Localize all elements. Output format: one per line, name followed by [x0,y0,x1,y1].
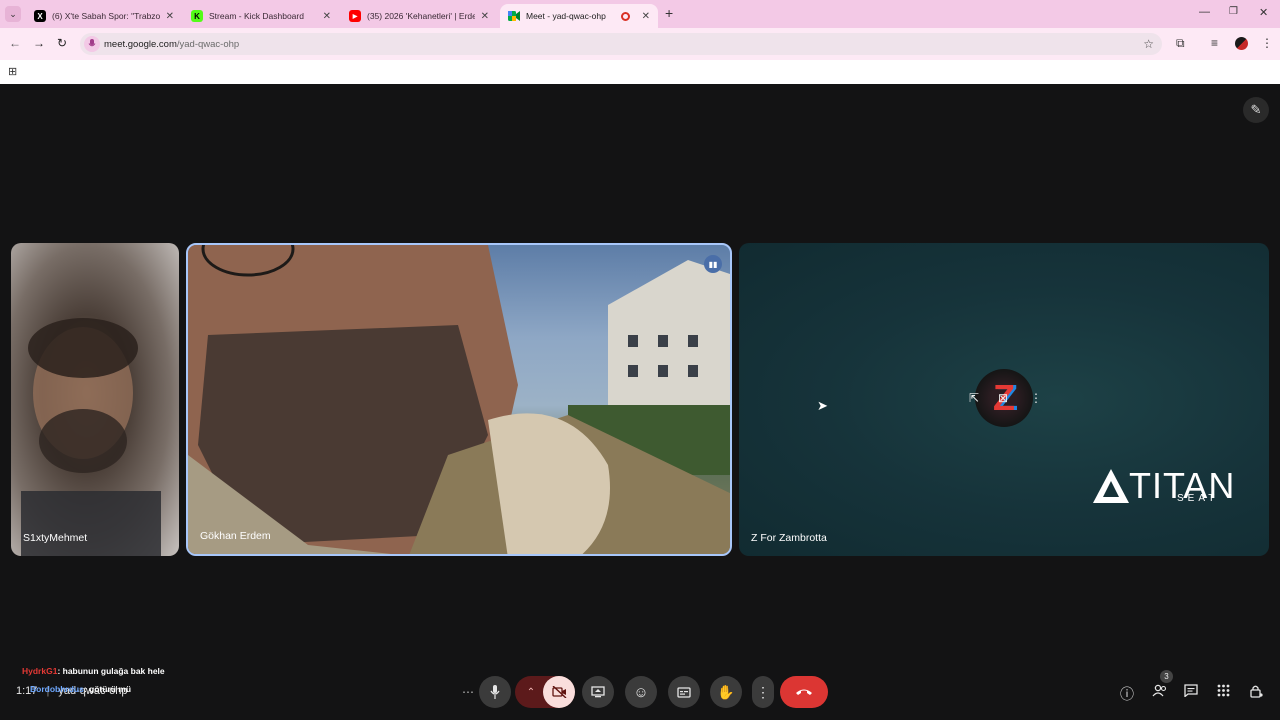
tab-3[interactable]: ▶ (35) 2026 'Kehanetleri' | Erdem A ✕ [341,4,497,28]
participant-name: S1xtyMehmet [23,532,88,544]
youtube-logo-icon: ▶ [349,10,361,22]
activities-icon[interactable] [1217,684,1230,700]
chat-message: : habunun gulağa bak hele [57,666,165,676]
participant-video [188,245,730,554]
apps-grid-icon[interactable]: ⊞ [8,65,17,78]
present-screen-icon [591,686,605,698]
meeting-details-icon[interactable]: ⓘ [1120,684,1134,704]
participant-video [21,318,161,556]
x-logo-icon: X [34,10,46,22]
titan-emblem-icon [1093,469,1129,503]
kick-logo-icon: K [191,10,203,22]
more-options-button-icon[interactable]: ⋮ [752,676,774,708]
bookmarks-bar: ⊞ [0,60,1280,84]
stream-chat-overlay: HydrkG1: habunun gulağa bak hele [22,666,165,676]
annotate-pen-icon[interactable]: ✎ [1243,97,1269,123]
microphone-in-use-icon[interactable] [84,36,100,52]
microphone-button[interactable] [479,676,511,708]
forward-icon[interactable]: → [33,36,45,50]
url-host: meet.google.com [104,38,177,50]
chat-icon[interactable] [1184,684,1198,700]
chat-user: HydrkG1 [22,666,58,676]
captions-button[interactable] [668,676,700,708]
browser-menu-icon[interactable]: ⋮ [1261,36,1273,50]
hang-up-icon [796,689,812,695]
close-icon[interactable]: ✕ [642,11,650,22]
tab-1[interactable]: X (6) X'te Sabah Spor: "Trabzonsp ✕ [26,4,182,28]
captions-icon [677,686,691,698]
tab-title: (6) X'te Sabah Spor: "Trabzonsp [52,11,160,21]
close-icon[interactable]: ✕ [166,11,174,22]
recording-icon [620,11,630,21]
back-icon[interactable]: ← [9,36,21,50]
camera-off-icon [551,686,566,698]
logo-sub: SEAT [1177,493,1219,504]
address-bar[interactable]: meet.google.com/yad-qwac-ohp ☆ [80,33,1162,55]
tab-search-chevron-icon[interactable]: ⌄ [5,6,21,22]
people-icon[interactable] [1152,684,1168,700]
host-controls-icon[interactable] [1250,684,1263,701]
participant-tile[interactable]: Z ⇱ ⊠ ⋮ TITAN SEAT ➤ Z For Zambrotta [739,243,1269,556]
emoji-reaction-icon[interactable]: ☺ [625,676,657,708]
minimize-icon[interactable]: — [1199,6,1210,18]
chat-second-line: Bordobhrdus: götürü mü [30,684,131,694]
chat-user-2: Bordobhrdus [30,684,84,694]
bookmark-star-icon[interactable]: ☆ [1143,37,1154,51]
leave-call-button[interactable] [780,676,828,708]
window-close-icon[interactable]: ✕ [1259,6,1268,19]
close-icon[interactable]: ✕ [323,11,331,22]
camera-off-button[interactable] [543,676,575,708]
pin-icon[interactable]: ⇱ [969,391,979,405]
tab-4-active[interactable]: Meet - yad-qwac-ohp ✕ [500,4,658,28]
mouse-cursor-icon: ➤ [817,398,828,413]
close-icon[interactable]: ✕ [481,11,489,22]
new-tab-icon[interactable]: + [665,5,673,21]
participant-name: Gökhan Erdem [200,530,271,542]
media-control-icon[interactable]: ≡ [1211,36,1218,50]
titan-logo: TITAN SEAT [1091,465,1241,507]
tab-title: Stream - Kick Dashboard [209,11,304,21]
extensions-icon[interactable]: ⧉ [1176,36,1185,51]
url-path: /yad-qwac-ohp [176,38,240,50]
raise-hand-icon[interactable]: ✋ [710,676,742,708]
participant-tile-active-speaker[interactable]: ▮▮ Gökhan Erdem [186,243,732,556]
participant-name: Z For Zambrotta [751,532,827,544]
meet-logo-icon [508,10,520,22]
restore-icon[interactable]: ❐ [1229,6,1238,17]
microphone-icon [490,685,500,699]
tab-title: Meet - yad-qwac-ohp [526,11,606,21]
present-screen-button[interactable] [582,676,614,708]
participant-tile[interactable]: S1xtyMehmet [11,243,179,556]
profile-avatar[interactable] [1235,37,1248,50]
tab-title: (35) 2026 'Kehanetleri' | Erdem A [367,11,475,21]
more-options-icon[interactable]: ⋮ [1030,391,1042,405]
remove-tile-icon[interactable]: ⊠ [998,391,1008,405]
tab-2[interactable]: K Stream - Kick Dashboard ✕ [183,4,339,28]
people-count-badge: 3 [1160,670,1173,683]
reload-icon[interactable]: ↻ [57,36,67,50]
speaking-indicator-icon: ▮▮ [704,255,722,273]
tab-strip: ⌄ X (6) X'te Sabah Spor: "Trabzonsp ✕ K … [0,0,1280,28]
chat-message-2: : götürü mü [83,684,132,694]
